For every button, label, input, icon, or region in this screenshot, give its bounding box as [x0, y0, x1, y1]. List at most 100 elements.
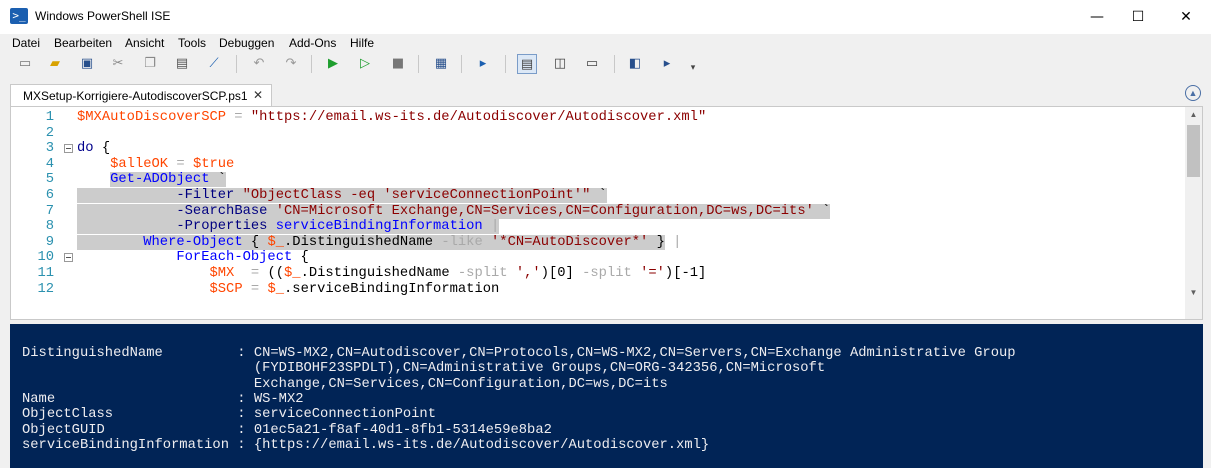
scroll-down-icon[interactable]: ▼ [1185, 285, 1202, 301]
code-line: 4 $alleOK = $true [11, 157, 1187, 173]
code-token: $alleOK [110, 156, 169, 172]
new-icon[interactable]: ▭ [15, 54, 35, 74]
code-line: 12 $SCP = $_.serviceBindingInformation [11, 282, 1187, 298]
code-token [267, 203, 276, 219]
console-line: Exchange,CN=Services,CN=Configuration,DC… [22, 376, 668, 392]
collapse-script-pane-icon[interactable]: ▲ [1185, 85, 1201, 101]
open-icon[interactable]: ▰ [45, 54, 65, 74]
console-pane[interactable]: DistinguishedName : CN=WS-MX2,CN=Autodis… [10, 324, 1203, 468]
console-line: serviceBindingInformation : {https://ema… [22, 437, 710, 453]
minimize-button[interactable]: — [1074, 0, 1120, 34]
code-token: )[0] [540, 266, 583, 281]
line-number: 12 [37, 281, 54, 297]
fold-toggle-icon[interactable] [64, 253, 73, 263]
code-token: '*CN=AutoDiscover*' [491, 234, 649, 250]
fold-toggle-icon[interactable] [64, 144, 73, 154]
menu-hilfe[interactable]: Hilfe [350, 36, 374, 50]
cut-icon[interactable]: ✂ [108, 54, 128, 74]
code-token: } [648, 234, 665, 250]
menu-bearbeiten[interactable]: Bearbeiten [54, 36, 112, 50]
code-text: $MX = (($_.DistinguishedName -split ',')… [77, 266, 706, 282]
menu-datei[interactable]: Datei [12, 36, 40, 50]
code-token: -SearchBase [176, 203, 268, 219]
maximize-button[interactable]: ☐ [1115, 0, 1161, 34]
line-number: 1 [45, 110, 54, 125]
code-line: 9 Where-Object { $_.DistinguishedName -l… [11, 234, 1187, 251]
scrollbar-thumb[interactable] [1187, 125, 1200, 177]
code-line: 3 do { [11, 141, 1187, 157]
new-remote-tab-icon[interactable]: ▦ [431, 54, 451, 74]
menu-ansicht[interactable]: Ansicht [125, 36, 164, 50]
code-token: { [292, 250, 309, 266]
title-bar: >_ Windows PowerShell ISE — ☐ ✕ [0, 0, 1211, 34]
show-script-pane-icon[interactable]: ◧ [625, 54, 645, 74]
layout-max-icon[interactable]: ▭ [582, 54, 602, 74]
code-token: do [77, 141, 94, 157]
tab-label: MXSetup-Korrigiere-AutodiscoverSCP.ps1 [23, 89, 248, 103]
console-line: ObjectClass : serviceConnectionPoint [22, 407, 436, 423]
menu-tools[interactable]: Tools [178, 36, 206, 50]
tab-close-icon[interactable]: ✕ [253, 88, 263, 102]
save-icon[interactable]: ▣ [77, 54, 97, 74]
code-text: do { [77, 141, 110, 157]
tab-script[interactable]: MXSetup-Korrigiere-AutodiscoverSCP.ps1 ✕ [10, 84, 272, 106]
show-commands-icon[interactable]: ▸ [657, 54, 677, 74]
line-number: 5 [45, 172, 54, 188]
toolbar-separator [505, 55, 506, 73]
line-number: 3 [45, 141, 54, 157]
menu-debuggen[interactable]: Debuggen [219, 36, 274, 50]
code-token: 'CN=Microsoft Exchange,CN=Services,CN=Co… [275, 203, 814, 219]
code-line: 1 $MXAutoDiscoverSCP = "https://email.ws-… [11, 110, 1187, 126]
code-token: $MX [209, 266, 235, 281]
layout-top-icon[interactable]: ▤ [517, 54, 537, 74]
code-line: 11 $MX = (($_.DistinguishedName -split '… [11, 266, 1187, 282]
editor-vertical-scrollbar[interactable]: ▲ ▼ [1185, 107, 1202, 319]
copy-icon[interactable]: ❐ [140, 54, 160, 74]
code-token [77, 188, 111, 203]
layout-right-icon[interactable]: ◫ [550, 54, 570, 74]
code-text: ForEach-Object { [77, 250, 309, 266]
code-token: -like [441, 234, 483, 250]
console-line: ObjectGUID : 01ec5a21-f8af-40d1-8fb1-531… [22, 422, 552, 438]
code-token: )[-1] [664, 266, 707, 281]
toolbar-separator [614, 55, 615, 73]
toolbar-overflow-icon[interactable]: ▾ [683, 58, 703, 78]
clear-console-icon[interactable]: ⟋ [204, 54, 224, 74]
console-line: (FYDIBOHF23SPDLT),CN=Administrative Grou… [22, 361, 826, 377]
redo-icon[interactable]: ↷ [281, 54, 301, 74]
code-text: $alleOK = $true [77, 157, 234, 173]
code-token: | [664, 234, 682, 250]
code-text: $SCP = $_.serviceBindingInformation [77, 282, 499, 298]
code-text: -SearchBase 'CN=Microsoft Exchange,CN=Se… [77, 203, 831, 220]
code-token: ` [813, 203, 831, 219]
line-number: 6 [45, 188, 54, 203]
run-script-icon[interactable]: ▶ [323, 54, 343, 74]
code-token: ` [209, 172, 227, 188]
undo-icon[interactable]: ↶ [249, 54, 269, 74]
code-token: $SCP [209, 281, 243, 297]
code-line: 8 -Properties serviceBindingInformation … [11, 219, 1187, 235]
stop-icon[interactable]: ■ [388, 54, 408, 74]
code-token: ForEach-Object [176, 250, 293, 266]
scroll-up-icon[interactable]: ▲ [1185, 107, 1202, 123]
start-powershell-icon[interactable]: ▸ [473, 54, 493, 74]
run-selection-icon[interactable]: ▷ [355, 54, 375, 74]
code-text: Where-Object { $_.DistinguishedName -lik… [77, 234, 682, 251]
code-token: = [226, 110, 251, 125]
close-button[interactable]: ✕ [1163, 0, 1209, 34]
code-token [482, 234, 492, 250]
menu-add-ons[interactable]: Add-Ons [289, 36, 336, 50]
paste-icon[interactable]: ▤ [172, 54, 192, 74]
toolbar-separator [236, 55, 237, 73]
script-editor[interactable]: 1 $MXAutoDiscoverSCP = "https://email.ws-… [10, 106, 1203, 320]
code-token: .DistinguishedName [284, 234, 442, 250]
code-token: Where-Object [143, 234, 243, 250]
code-line: 7 -SearchBase 'CN=Microsoft Exchange,CN=… [11, 203, 1187, 220]
line-number: 7 [45, 203, 54, 219]
code-token [77, 219, 177, 235]
